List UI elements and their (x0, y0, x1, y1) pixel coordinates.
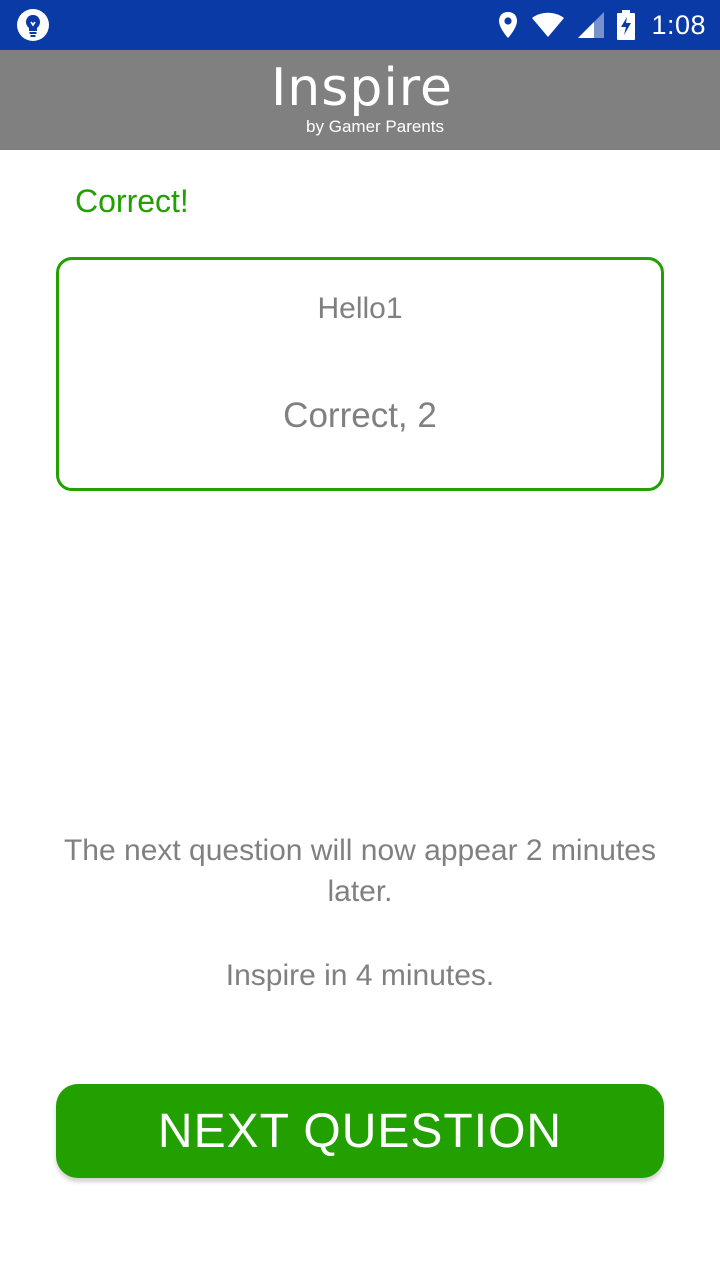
status-bar: 1:08 (0, 0, 720, 50)
inspire-timer-message: Inspire in 4 minutes. (225, 959, 495, 992)
logo-subtitle: by Gamer Parents (306, 117, 444, 136)
answer-card: Hello1 Correct, 2 (56, 257, 664, 491)
lightbulb-icon (16, 8, 50, 42)
answer-text: Correct, 2 (283, 396, 437, 435)
signal-icon (577, 11, 605, 39)
app-header: Inspire by Gamer Parents (0, 50, 720, 150)
status-time: 1:08 (651, 9, 706, 40)
battery-charging-icon (617, 10, 636, 40)
logo-title: Inspire (270, 58, 454, 118)
next-question-button[interactable]: NEXT QUESTION (56, 1084, 664, 1178)
question-text: Hello1 (317, 292, 403, 325)
next-question-message: The next question will now appear 2 minu… (63, 834, 656, 908)
app-logo: Inspire by Gamer Parents (262, 58, 462, 144)
location-icon (497, 11, 519, 39)
wifi-icon (531, 12, 565, 38)
result-label: Correct! (75, 183, 189, 219)
